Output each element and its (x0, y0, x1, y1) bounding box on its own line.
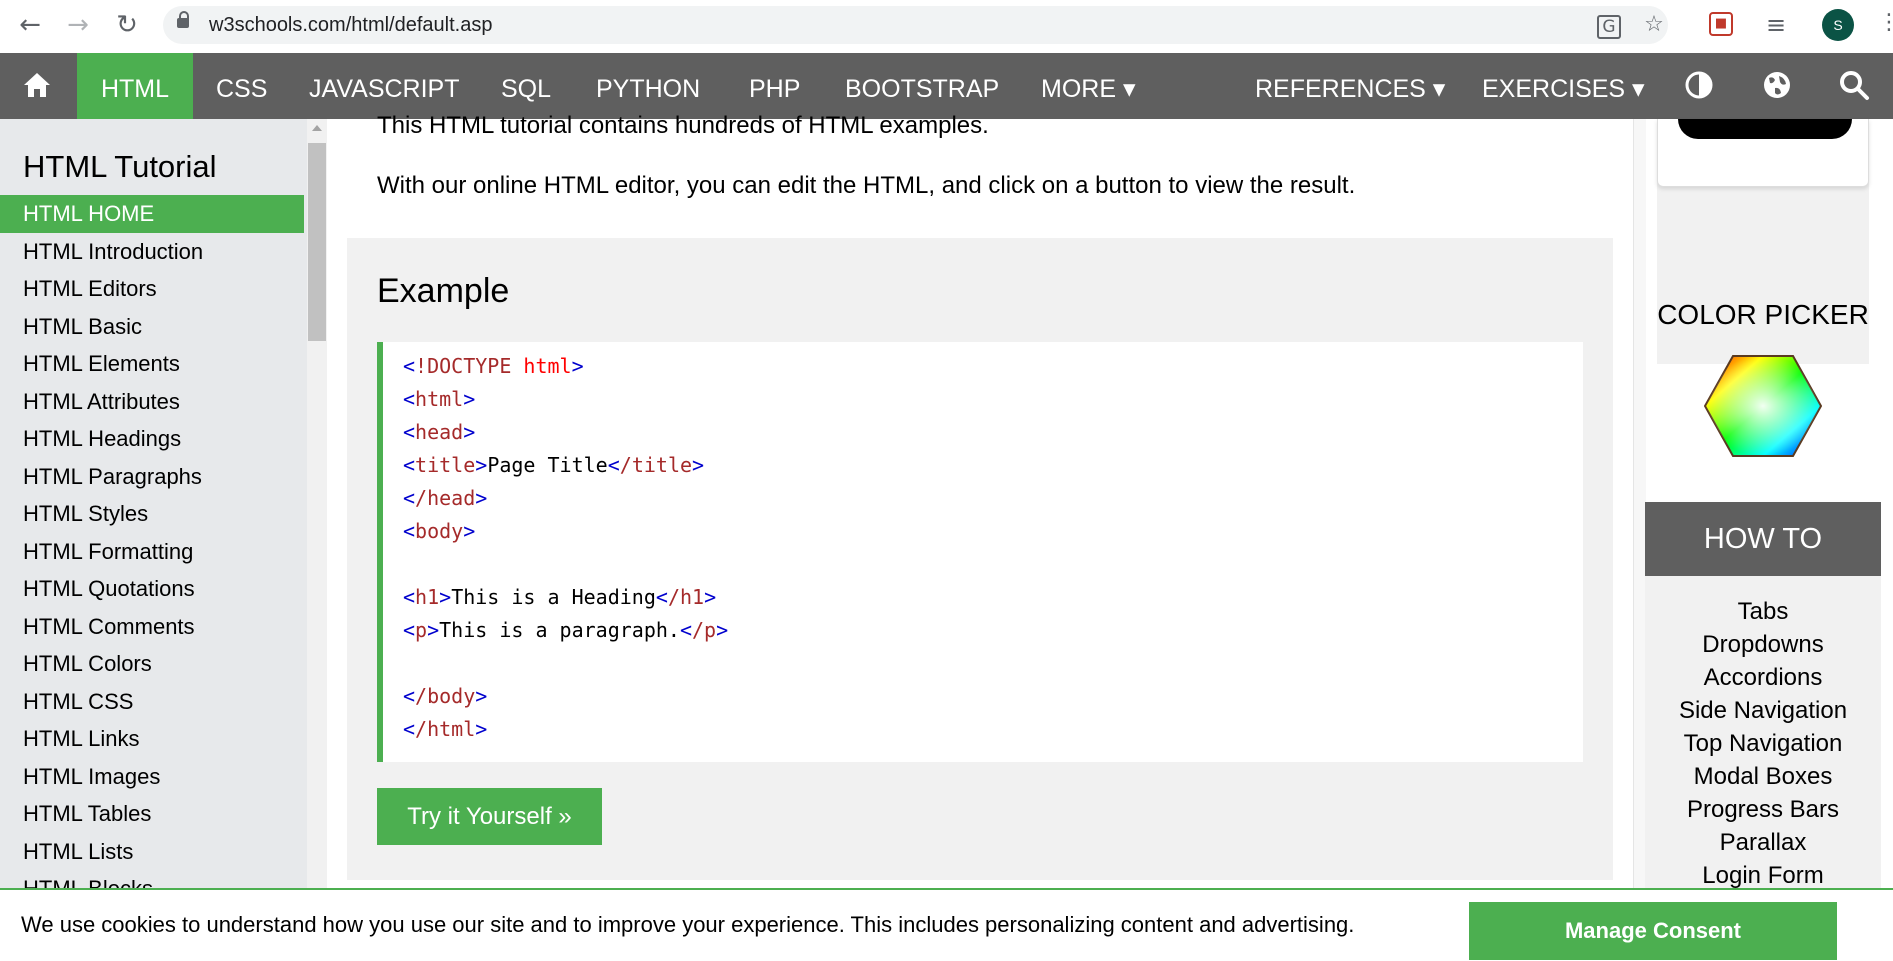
code-line: <title>Page Title</title> (403, 453, 705, 477)
sidebar-item-html-tables[interactable]: HTML Tables (0, 795, 304, 833)
sidebar-item-html-images[interactable]: HTML Images (0, 758, 304, 796)
sidebar-item-html-css[interactable]: HTML CSS (0, 683, 304, 721)
ad-button[interactable] (1678, 119, 1852, 139)
sidebar-item-html-comments[interactable]: HTML Comments (0, 608, 304, 646)
bookmark-star-icon[interactable]: ☆ (1641, 12, 1667, 38)
sidebar-item-html-blocks[interactable]: HTML Blocks (0, 870, 304, 889)
code-line: </body> (403, 684, 488, 708)
lock-icon (177, 11, 189, 28)
scrollbar-thumb[interactable] (308, 143, 326, 341)
example-heading: Example (377, 272, 510, 310)
nav-bootstrap[interactable]: BOOTSTRAP (845, 53, 999, 119)
sidebar-item-html-formatting[interactable]: HTML Formatting (0, 533, 304, 571)
sidebar-item-html-basic[interactable]: HTML Basic (0, 308, 304, 346)
sidebar-item-html-colors[interactable]: HTML Colors (0, 645, 304, 683)
nav-references-dropdown[interactable]: REFERENCES ▾ (1255, 53, 1445, 119)
code-line: <!DOCTYPE html> (403, 354, 584, 378)
translate-icon[interactable]: G (1597, 15, 1621, 39)
nav-html[interactable]: HTML (77, 53, 193, 119)
reload-icon[interactable]: ↻ (112, 10, 142, 40)
sidebar-item-html-styles[interactable]: HTML Styles (0, 495, 304, 533)
example-panel: Example <!DOCTYPE html> <html> <head> <t… (347, 238, 1613, 880)
menu-kebab-icon[interactable]: ⋮ (1878, 10, 1893, 35)
sidebar-item-html-attributes[interactable]: HTML Attributes (0, 383, 304, 421)
home-icon (24, 73, 50, 97)
sidebar-item-html-editors[interactable]: HTML Editors (0, 270, 304, 308)
sidebar-item-html-introduction[interactable]: HTML Introduction (0, 233, 304, 271)
search-icon[interactable] (1838, 69, 1870, 101)
editor-paragraph: With our online HTML editor, you can edi… (377, 172, 1356, 199)
home-button[interactable] (0, 53, 75, 119)
howto-link-tabs[interactable]: Tabs (1645, 598, 1881, 626)
cookie-banner: We use cookies to understand how you use… (0, 888, 1893, 961)
code-example: <!DOCTYPE html> <html> <head> <title>Pag… (377, 342, 1583, 762)
try-it-yourself-button[interactable]: Try it Yourself » (377, 788, 602, 845)
site-top-nav: HTML CSS JAVASCRIPT SQL PYTHON PHP BOOTS… (0, 53, 1893, 119)
howto-link-modal-boxes[interactable]: Modal Boxes (1645, 763, 1881, 791)
sidebar-item-html-headings[interactable]: HTML Headings (0, 420, 304, 458)
intro-paragraph: This HTML tutorial contains hundreds of … (377, 112, 989, 139)
back-icon[interactable]: ← (15, 10, 45, 40)
browser-toolbar: ← → ↻ w3schools.com/html/default.asp G ☆… (0, 0, 1893, 53)
code-line: <h1>This is a Heading</h1> (403, 585, 717, 609)
code-line: <head> (403, 420, 476, 444)
howto-link-top-navigation[interactable]: Top Navigation (1645, 730, 1881, 758)
nav-python[interactable]: PYTHON (596, 53, 700, 119)
how-to-list: Tabs Dropdowns Accordions Side Navigatio… (1645, 576, 1881, 896)
howto-link-side-navigation[interactable]: Side Navigation (1645, 697, 1881, 725)
color-picker-icon[interactable] (1704, 354, 1822, 458)
sidebar-scrollbar[interactable] (307, 119, 327, 889)
sidebar-item-html-links[interactable]: HTML Links (0, 720, 304, 758)
nav-javascript[interactable]: JAVASCRIPT (309, 53, 460, 119)
profile-avatar[interactable]: S (1822, 9, 1854, 41)
ad-box[interactable] (1657, 119, 1869, 187)
sidebar-item-html-elements[interactable]: HTML Elements (0, 345, 304, 383)
right-sidebar: COLOR PICKER HOW TO Tabs Dropdowns Accor… (1633, 119, 1893, 896)
nav-exercises-dropdown[interactable]: EXERCISES ▾ (1482, 53, 1645, 119)
url-text[interactable]: w3schools.com/html/default.asp (209, 14, 492, 37)
howto-link-login-form[interactable]: Login Form (1645, 862, 1881, 890)
nav-more-dropdown[interactable]: MORE ▾ (1041, 53, 1136, 119)
howto-link-parallax[interactable]: Parallax (1645, 829, 1881, 857)
code-line: </head> (403, 486, 488, 510)
dark-mode-toggle-icon[interactable] (1683, 69, 1715, 101)
nav-css[interactable]: CSS (216, 53, 267, 119)
forward-icon[interactable]: → (63, 10, 93, 40)
code-line: <body> (403, 519, 476, 543)
tutorial-sidebar: HTML Tutorial HTML HOME HTML Introductio… (0, 119, 310, 889)
how-to-heading: HOW TO (1645, 502, 1881, 576)
howto-link-accordions[interactable]: Accordions (1645, 664, 1881, 692)
extension-icon[interactable]: ■ (1709, 12, 1733, 36)
howto-link-progress-bars[interactable]: Progress Bars (1645, 796, 1881, 824)
sidebar-item-html-quotations[interactable]: HTML Quotations (0, 570, 304, 608)
nav-php[interactable]: PHP (749, 53, 800, 119)
code-line: <p>This is a paragraph.</p> (403, 618, 729, 642)
address-bar[interactable]: w3schools.com/html/default.asp G ☆ (163, 6, 1668, 44)
howto-link-dropdowns[interactable]: Dropdowns (1645, 631, 1881, 659)
cookie-message: We use cookies to understand how you use… (21, 912, 1355, 937)
sidebar-item-html-home[interactable]: HTML HOME (0, 195, 304, 233)
code-line: </html> (403, 717, 488, 741)
color-picker-title: COLOR PICKER (1657, 299, 1869, 330)
code-line: <html> (403, 387, 476, 411)
sidebar-item-html-lists[interactable]: HTML Lists (0, 833, 304, 871)
sidebar-title: HTML Tutorial (23, 149, 217, 184)
globe-icon[interactable] (1761, 69, 1793, 101)
sidebar-item-html-paragraphs[interactable]: HTML Paragraphs (0, 458, 304, 496)
manage-consent-button[interactable]: Manage Consent (1469, 902, 1837, 960)
media-control-icon[interactable]: ≡ (1763, 12, 1789, 38)
nav-sql[interactable]: SQL (501, 53, 551, 119)
scroll-up-arrow-icon[interactable] (312, 125, 322, 131)
